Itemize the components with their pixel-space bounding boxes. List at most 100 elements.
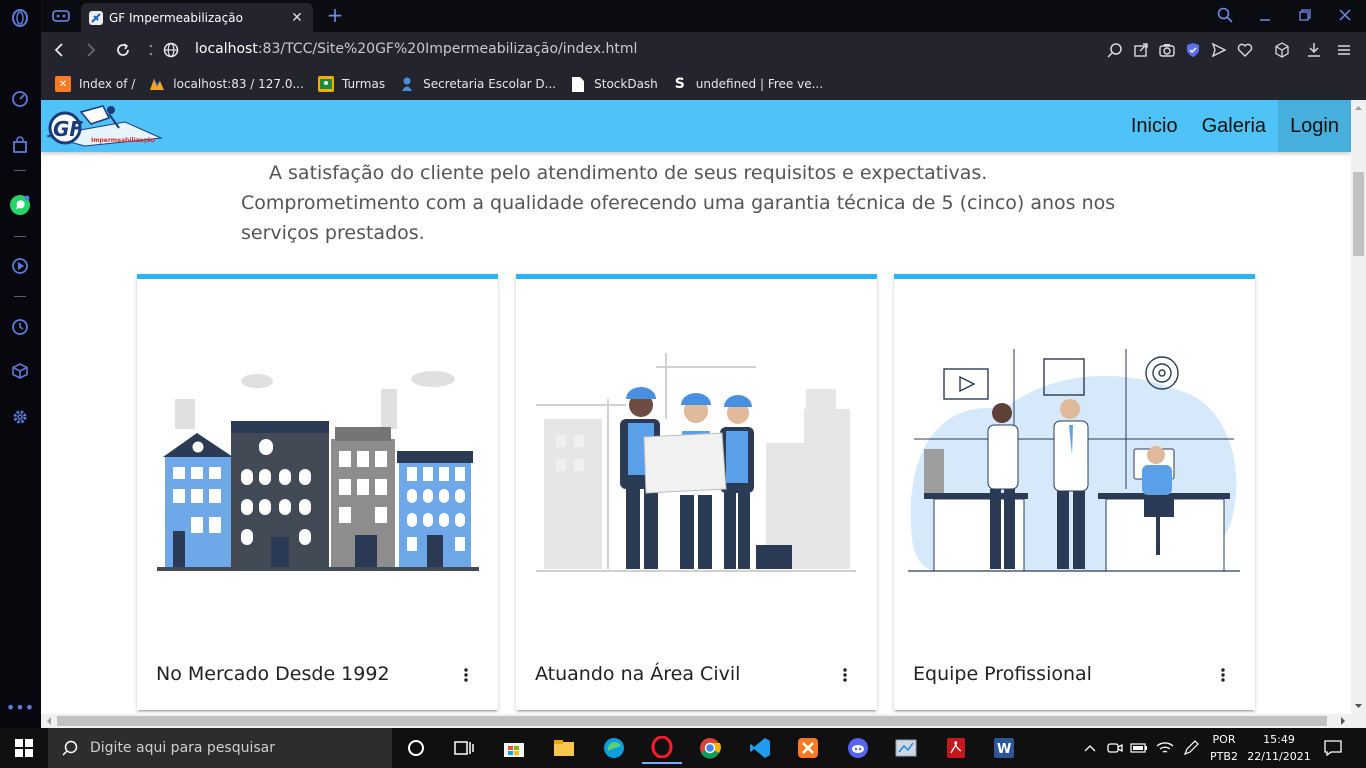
file-explorer-icon[interactable] (544, 732, 584, 764)
keyboard-layout: PTB2 (1210, 750, 1238, 763)
site-navbar: GF Impermeabilização Inicio Galeria Logi… (41, 100, 1351, 152)
vpn-shield-icon[interactable] (1183, 40, 1203, 60)
meet-now-icon[interactable] (1104, 728, 1126, 768)
card-title: No Mercado Desde 1992 (156, 663, 390, 685)
bookmark-turmas[interactable]: Turmas (317, 76, 385, 92)
player-icon[interactable] (8, 254, 32, 278)
svg-text:W: W (997, 742, 1011, 757)
extensions-toolbar-icon[interactable] (1272, 40, 1292, 60)
search-tabs-icon[interactable] (1205, 0, 1245, 30)
url-host: localhost (195, 41, 258, 57)
opera-taskbar-icon[interactable] (642, 732, 682, 764)
tab-close-icon[interactable]: ✕ (289, 10, 305, 26)
bookmark-stockdash[interactable]: StockDash (570, 76, 658, 92)
school-icon (399, 76, 415, 92)
workbench-icon[interactable] (886, 732, 926, 764)
vscode-icon[interactable] (740, 732, 780, 764)
word-icon[interactable]: W (984, 732, 1024, 764)
new-tab-icon[interactable]: + (323, 4, 347, 28)
logo-subtitle: Impermeabilização (91, 137, 155, 144)
s-icon: S (674, 76, 685, 92)
office-team-illustration (908, 349, 1240, 572)
notifications-icon[interactable] (1322, 728, 1344, 768)
bookmark-phpmyadmin[interactable]: localhost:83 / 127.0... (149, 76, 304, 92)
extensions-icon[interactable] (8, 359, 32, 383)
settings-icon[interactable] (8, 405, 32, 429)
card-title: Equipe Profissional (913, 663, 1092, 685)
bookmark-label: Index of / (79, 77, 136, 91)
workspace-icon[interactable] (47, 4, 75, 28)
bookmark-label: undefined | Free ve... (695, 77, 824, 91)
nav-links: Inicio Galeria Login (1119, 100, 1351, 152)
active-tab[interactable]: GF Impermeabilização ✕ (81, 3, 313, 32)
taskbar-search[interactable]: Digite aqui para pesquisar (48, 728, 392, 768)
site-info-icon[interactable] (159, 38, 183, 62)
store-icon[interactable] (494, 732, 534, 764)
page-viewport: GF Impermeabilização Inicio Galeria Logi… (41, 100, 1351, 714)
chrome-icon[interactable] (690, 732, 730, 764)
battery-icon[interactable] (1128, 728, 1150, 768)
windows-taskbar: Digite aqui para pesquisar W POR PTB2 15… (0, 728, 1366, 768)
tab-title: GF Impermeabilização (109, 10, 243, 25)
nav-inicio[interactable]: Inicio (1119, 100, 1190, 152)
nav-login[interactable]: Login (1278, 100, 1351, 152)
horizontal-scroll-thumb[interactable] (57, 716, 1327, 726)
snapshot-icon[interactable] (1157, 40, 1177, 60)
bookmark-index[interactable]: ✕ Index of / (55, 76, 135, 92)
send-icon[interactable] (1209, 40, 1229, 60)
clock[interactable]: 15:49 22/11/2021 (1244, 731, 1314, 765)
forward-icon[interactable] (79, 38, 103, 62)
wifi-icon[interactable] (1154, 728, 1176, 768)
horizontal-scrollbar[interactable] (41, 714, 1351, 728)
windows-start-icon[interactable] (0, 728, 48, 768)
history-icon[interactable] (8, 315, 32, 339)
more-vert-icon[interactable] (833, 663, 857, 687)
close-window-icon[interactable] (1325, 0, 1365, 30)
speed-dial-icon[interactable] (8, 87, 32, 111)
vertical-scrollbar[interactable] (1351, 100, 1366, 714)
card-mercado: No Mercado Desde 1992 (137, 274, 498, 710)
show-hidden-icons-icon[interactable] (1080, 728, 1100, 768)
card-equipe: Equipe Profissional (894, 274, 1255, 710)
document-icon (570, 76, 586, 92)
whatsapp-icon[interactable] (8, 193, 32, 217)
more-vert-icon[interactable] (1211, 663, 1235, 687)
bookmark-undefined[interactable]: S undefined | Free ve... (672, 76, 823, 92)
buildings-illustration (157, 371, 479, 571)
pen-workspace-icon[interactable] (1180, 728, 1202, 768)
vertical-scroll-thumb[interactable] (1353, 172, 1364, 256)
reload-icon[interactable] (111, 38, 135, 62)
more-icon[interactable]: ••• (6, 695, 34, 719)
bookmark-heart-icon[interactable] (1235, 40, 1255, 60)
nav-galeria[interactable]: Galeria (1190, 100, 1278, 152)
share-icon[interactable] (1131, 40, 1151, 60)
shopping-icon[interactable] (8, 133, 32, 157)
xampp-taskbar-icon[interactable] (788, 732, 828, 764)
search-icon (62, 740, 78, 756)
discord-icon[interactable] (838, 732, 878, 764)
cortana-icon[interactable] (396, 732, 436, 764)
clock-date: 22/11/2021 (1247, 750, 1311, 763)
minimize-icon[interactable] (1245, 0, 1285, 30)
tab-strip: GF Impermeabilização ✕ + (41, 0, 1366, 32)
bookmark-secretaria[interactable]: Secretaria Escolar D... (399, 76, 556, 92)
scroll-up-icon (1355, 106, 1362, 110)
scroll-down-icon (1355, 704, 1362, 708)
classroom-icon (317, 76, 334, 92)
acrobat-icon[interactable] (936, 732, 976, 764)
task-view-icon[interactable] (444, 732, 484, 764)
search-placeholder: Digite aqui para pesquisar (90, 740, 276, 756)
language-indicator[interactable]: POR PTB2 (1206, 731, 1242, 765)
site-logo[interactable]: GF Impermeabilização (45, 102, 163, 148)
edge-icon[interactable] (594, 732, 634, 764)
back-icon[interactable] (47, 38, 71, 62)
url-field[interactable]: localhost:83/TCC/Site%20GF%20Impermeabil… (195, 41, 637, 57)
search-page-icon[interactable] (1105, 40, 1125, 60)
restore-icon[interactable] (1285, 0, 1325, 30)
more-vert-icon[interactable] (454, 663, 478, 687)
download-icon[interactable] (1304, 40, 1324, 60)
svg-text:GF: GF (53, 117, 83, 141)
opera-menu-icon[interactable] (8, 6, 32, 30)
easy-files-icon[interactable] (1334, 40, 1354, 60)
intro-line-2: Comprometimento com a qualidade oferecen… (241, 192, 1116, 244)
